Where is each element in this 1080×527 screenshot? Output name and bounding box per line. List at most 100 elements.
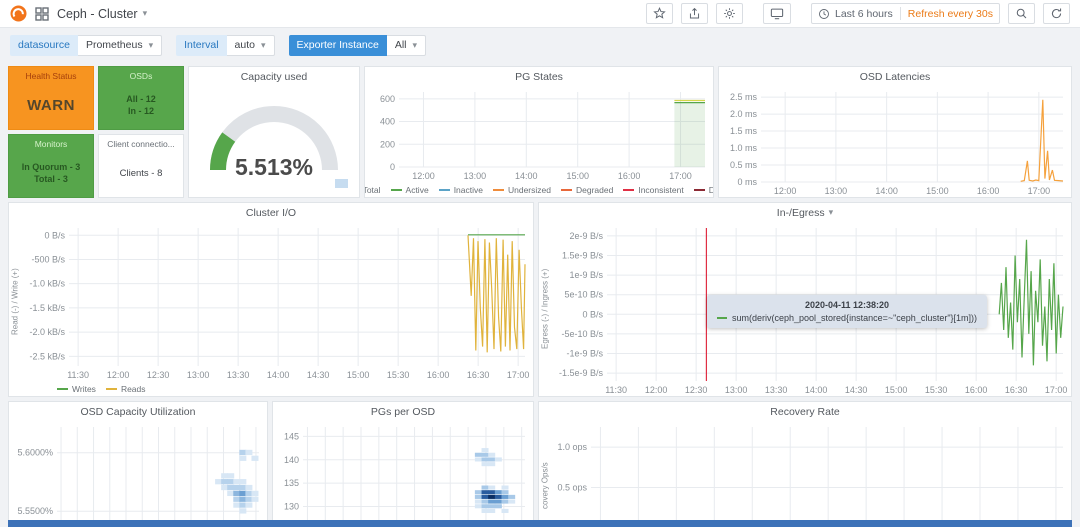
panel-title[interactable]: Cluster I/O <box>9 203 533 222</box>
svg-text:400: 400 <box>380 117 395 127</box>
health-status-value: WARN <box>27 96 75 114</box>
osd-capacity-chart[interactable]: 5.6000% 5.5500% <box>9 421 267 527</box>
variable-datasource-label: datasource <box>10 34 78 56</box>
svg-text:-2.5 kB/s: -2.5 kB/s <box>29 351 65 361</box>
panel-title[interactable]: OSD Capacity Utilization <box>9 402 267 421</box>
svg-text:15:00: 15:00 <box>926 186 949 196</box>
svg-text:0 ms: 0 ms <box>737 177 757 187</box>
legend-item[interactable]: Inactive <box>438 185 483 195</box>
svg-text:12:00: 12:00 <box>774 186 797 196</box>
caret-down-icon: ▾ <box>142 8 148 18</box>
svg-text:11:30: 11:30 <box>605 385 627 395</box>
svg-text:17:00: 17:00 <box>669 171 692 181</box>
svg-text:1.5e-9 B/s: 1.5e-9 B/s <box>562 250 604 260</box>
panel-title[interactable]: Capacity used <box>189 67 359 86</box>
variable-datasource: datasource Prometheus ▾ <box>10 34 163 56</box>
panel-recovery-rate: Recovery Rate covery Ops/s 0 ops0.5 ops1… <box>538 401 1072 527</box>
svg-text:130: 130 <box>284 502 299 512</box>
svg-text:17:00: 17:00 <box>507 370 530 380</box>
variable-interval-label: Interval <box>176 34 227 56</box>
svg-text:-1.5 kB/s: -1.5 kB/s <box>29 303 65 313</box>
star-icon <box>653 7 666 19</box>
svg-text:14:30: 14:30 <box>307 370 330 380</box>
svg-text:1e-9 B/s: 1e-9 B/s <box>569 270 603 280</box>
panel-title[interactable]: OSD Latencies <box>719 67 1071 86</box>
share-button[interactable] <box>680 3 708 24</box>
cluster-io-legend[interactable]: Writes Reads <box>9 381 533 396</box>
divider <box>899 7 901 20</box>
dashboard-submenu: datasource Prometheus ▾ Interval auto ▾ Ex… <box>0 28 1080 62</box>
svg-text:16:00: 16:00 <box>427 370 450 380</box>
clock-icon <box>819 8 829 19</box>
svg-text:13:30: 13:30 <box>227 370 250 380</box>
time-range-picker[interactable]: Last 6 hours Refresh every 30s <box>810 3 1000 24</box>
settings-button[interactable] <box>715 3 743 24</box>
legend-item[interactable]: Inconsistent <box>623 185 684 195</box>
grafana-logo[interactable] <box>10 5 27 22</box>
svg-text:0.5 ops: 0.5 ops <box>557 483 587 493</box>
svg-text:13:00: 13:00 <box>825 186 848 196</box>
svg-text:0: 0 <box>390 162 395 172</box>
caret-down-icon: ▾ <box>260 39 266 50</box>
legend-item[interactable]: Active <box>390 185 429 195</box>
svg-text:12:00: 12:00 <box>107 370 130 380</box>
svg-text:5.5500%: 5.5500% <box>17 506 53 516</box>
panel-pgs-per-osd: PGs per OSD 125130135140145 <box>272 401 534 527</box>
svg-text:5.6000%: 5.6000% <box>17 448 53 458</box>
panel-title[interactable]: PGs per OSD <box>273 402 533 421</box>
svg-text:5e-10 B/s: 5e-10 B/s <box>564 290 603 300</box>
caret-down-icon: ▾ <box>828 207 834 217</box>
svg-text:16:00: 16:00 <box>965 385 988 395</box>
legend-item[interactable]: Reads <box>105 384 146 394</box>
panel-title: OSDs <box>129 71 153 81</box>
svg-text:13:00: 13:00 <box>187 370 210 380</box>
stat-panel-group: Health Status WARN OSDs All - 12 In - 12… <box>8 66 184 198</box>
pg-states-legend[interactable]: Total Active Inactive Undersized Degraded Inc… <box>365 182 713 197</box>
variable-datasource-value[interactable]: Prometheus ▾ <box>77 34 163 56</box>
caret-down-icon: ▾ <box>148 39 154 50</box>
panel-title[interactable]: PG States <box>365 67 713 86</box>
legend-item[interactable]: Total <box>365 185 381 195</box>
legend-item[interactable]: Writes <box>57 384 96 394</box>
caret-down-icon: ▾ <box>412 39 418 50</box>
tooltip-timestamp: 2020-04-11 12:38:20 <box>804 300 890 311</box>
panel-in-egress: In-/Egress ▾ Egress (-) / Ingress (+) 2e-… <box>538 202 1072 397</box>
svg-text:15:30: 15:30 <box>387 370 410 380</box>
panel-title[interactable]: Recovery Rate <box>539 402 1071 421</box>
panel-title[interactable]: In-/Egress ▾ <box>539 203 1071 222</box>
dashboard-title-dropdown[interactable]: Ceph - Cluster ▾ <box>57 7 147 21</box>
pgs-per-osd-chart[interactable]: 125130135140145 <box>273 421 533 527</box>
svg-text:-5e-10 B/s: -5e-10 B/s <box>561 329 603 339</box>
dashboards-icon[interactable] <box>35 6 49 21</box>
graph-tooltip: 2020-04-11 12:38:20 sum(deriv(ceph_pool_… <box>707 295 988 329</box>
gauge-threshold-marker <box>335 179 348 188</box>
osd-latencies-chart[interactable]: 0 ms 0.5 ms 1.0 ms 1.5 ms 2.0 ms 2.5 ms 12:00 1… <box>719 86 1071 197</box>
refresh-button[interactable] <box>1043 3 1070 24</box>
legend-item[interactable]: Degraded <box>560 185 613 195</box>
svg-text:2.5 ms: 2.5 ms <box>730 92 758 102</box>
recovery-rate-chart[interactable]: 0 ops0.5 ops1.0 ops <box>551 421 1071 527</box>
pg-states-chart[interactable]: 0 200 400 600 12:00 13:00 14:00 15:00 16:00 17:00 <box>365 86 713 182</box>
page-title: Ceph - Cluster <box>57 6 138 21</box>
monitors-total-value: Total - 3 <box>34 174 68 184</box>
cluster-io-chart[interactable]: 0 B/s -500 B/s -1.0 kB/s -1.5 kB/s -2.0 kB/s… <box>21 222 533 381</box>
zoom-out-button[interactable] <box>1008 3 1035 24</box>
star-button[interactable] <box>645 3 673 24</box>
cluster-io-y-axis-label: Read (-) / Write (+) <box>10 268 20 335</box>
legend-item[interactable]: Undersized <box>492 185 551 195</box>
variable-interval-value[interactable]: auto ▾ <box>226 34 275 56</box>
top-navbar: Ceph - Cluster ▾ Last 6 hours Refresh ev… <box>0 0 1080 28</box>
svg-text:15:30: 15:30 <box>925 385 948 395</box>
svg-text:2e-9 B/s: 2e-9 B/s <box>569 231 603 241</box>
svg-text:2.0 ms: 2.0 ms <box>730 109 758 119</box>
panel-capacity-used: Capacity used 5.513% <box>188 66 360 198</box>
legend-item[interactable]: Down <box>693 185 713 195</box>
tv-mode-button[interactable] <box>762 3 791 24</box>
svg-text:600: 600 <box>380 94 395 104</box>
variable-exporter-instance-label: Exporter Instance <box>288 34 387 56</box>
variable-exporter-instance-value[interactable]: All ▾ <box>386 34 427 56</box>
svg-text:16:30: 16:30 <box>1005 385 1028 395</box>
panel-pg-states: PG States 0 200 400 600 12:00 13:00 14:00 15:00… <box>364 66 714 198</box>
panel-title: Health Status <box>25 71 77 81</box>
svg-text:200: 200 <box>380 139 395 149</box>
